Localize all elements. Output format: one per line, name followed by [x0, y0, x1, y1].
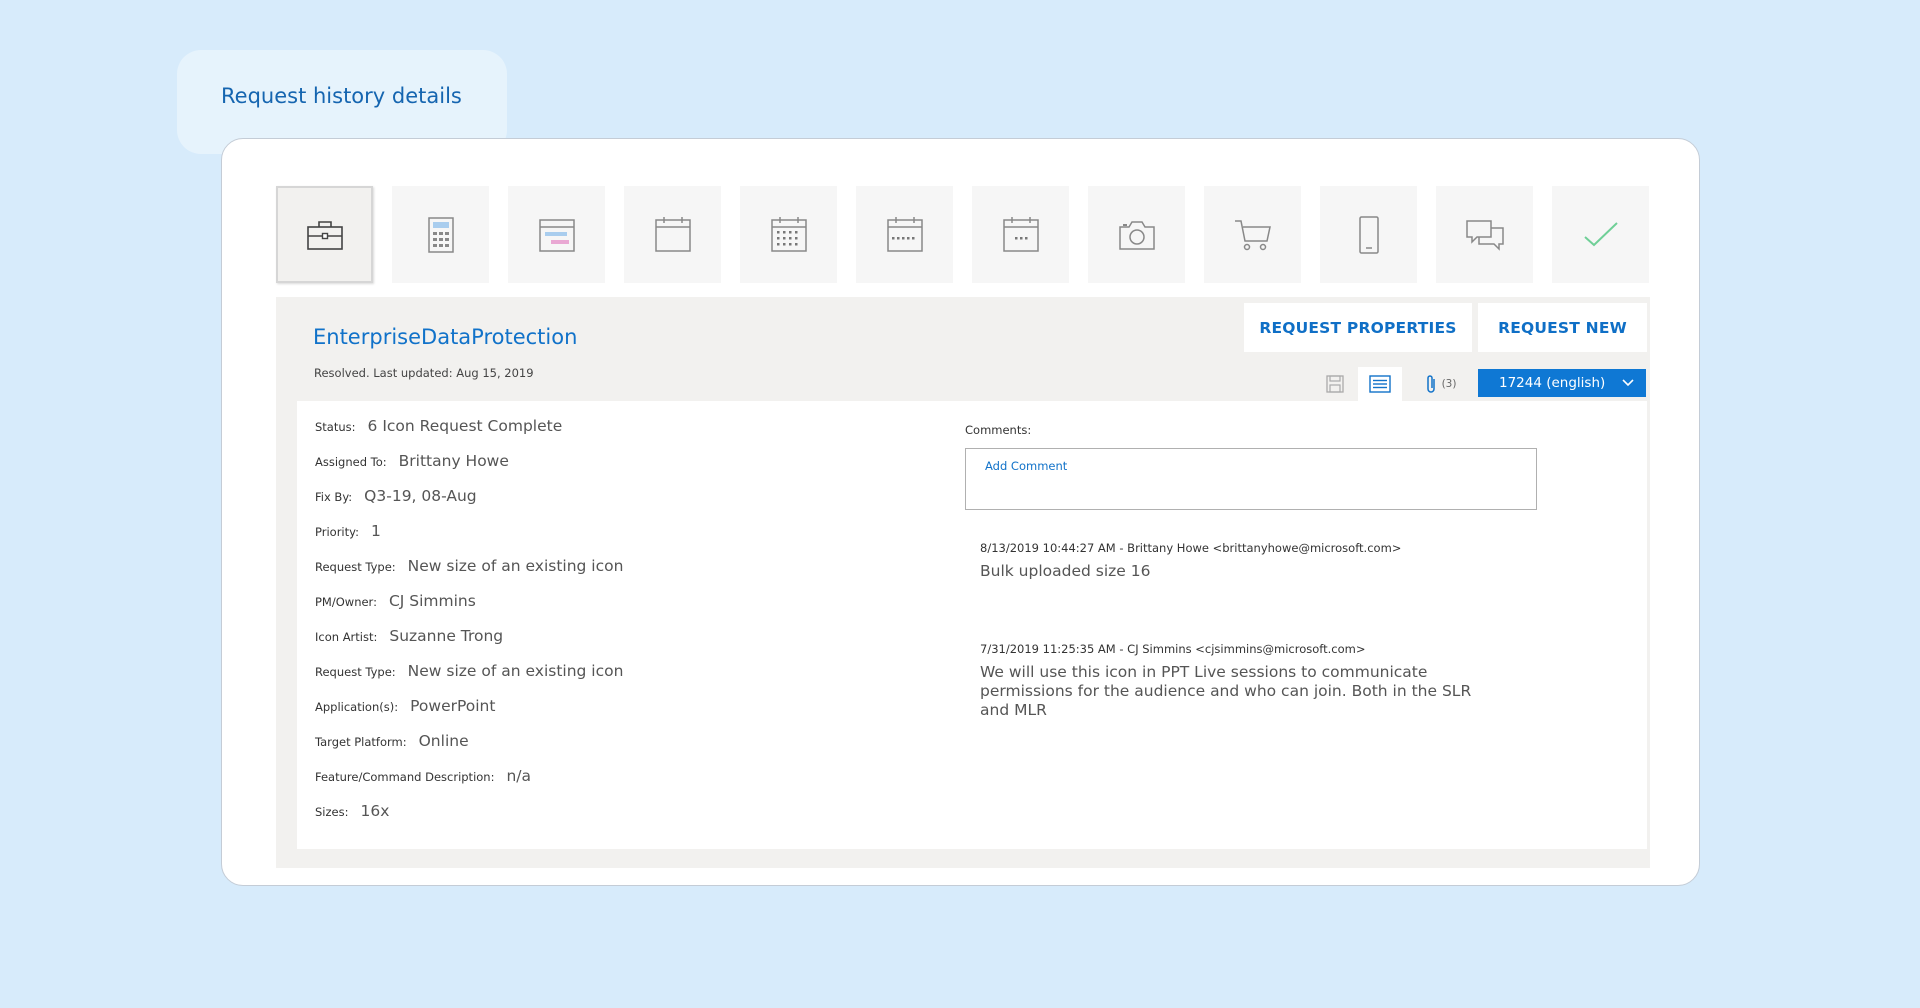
field-priority: Priority: 1: [315, 522, 381, 540]
icon-tile-chat-bubbles[interactable]: [1436, 186, 1533, 283]
request-properties-button[interactable]: REQUEST PROPERTIES: [1244, 303, 1472, 352]
request-title: EnterpriseDataProtection: [313, 325, 578, 349]
camera-icon: [1118, 220, 1155, 250]
request-status-line: Resolved. Last updated: Aug 15, 2019: [314, 366, 534, 380]
calendar-blank-icon: [654, 216, 691, 252]
icon-tile-camera[interactable]: [1088, 186, 1185, 283]
icon-tile-shopping-cart[interactable]: [1204, 186, 1301, 283]
language-select-value: 17244 (english): [1499, 375, 1606, 391]
field-pm-owner: PM/Owner: CJ Simmins: [315, 592, 476, 610]
field-request-type-2: Request Type: New size of an existing ic…: [315, 662, 623, 680]
field-value: PowerPoint: [410, 697, 496, 715]
list-view-button[interactable]: [1358, 367, 1402, 401]
save-icon: [1326, 375, 1344, 393]
page-title: Request history details: [221, 84, 462, 108]
field-request-type: Request Type: New size of an existing ic…: [315, 557, 623, 575]
add-comment-placeholder: Add Comment: [985, 459, 1068, 473]
field-label: Status:: [315, 420, 356, 434]
comment-meta: 7/31/2019 11:25:35 AM - CJ Simmins <cjsi…: [980, 642, 1366, 656]
chat-bubbles-icon: [1465, 219, 1504, 251]
checkmark-icon: [1583, 221, 1618, 246]
field-value: n/a: [506, 767, 532, 785]
calendar-day-icon: [1002, 216, 1039, 252]
icon-tile-calendar-agenda[interactable]: [508, 186, 605, 283]
calculator-icon: [427, 216, 454, 253]
icon-tile-calendar-blank[interactable]: [624, 186, 721, 283]
field-status: Status: 6 Icon Request Complete: [315, 417, 562, 435]
field-label: Assigned To:: [315, 455, 387, 469]
field-label: Sizes:: [315, 805, 349, 819]
attachment-count: (3): [1441, 378, 1457, 390]
chevron-down-icon: [1622, 379, 1634, 387]
briefcase-icon: [306, 220, 343, 250]
request-details-card: EnterpriseDataProtection Resolved. Last …: [221, 138, 1700, 886]
calendar-agenda-icon: [538, 218, 575, 252]
comment-meta: 8/13/2019 10:44:27 AM - Brittany Howe <b…: [980, 541, 1402, 555]
field-label: Fix By:: [315, 490, 353, 504]
comment-text: Bulk uploaded size 16: [980, 562, 1151, 580]
request-detail-panel: EnterpriseDataProtection Resolved. Last …: [276, 297, 1650, 868]
field-feature-description: Feature/Command Description: n/a: [315, 767, 531, 785]
attachments-button[interactable]: (3): [1410, 367, 1470, 401]
field-label: Target Platform:: [315, 735, 407, 749]
calendar-week-icon: [886, 216, 923, 252]
field-label: Feature/Command Description:: [315, 770, 495, 784]
comments-label: Comments:: [965, 423, 1032, 437]
field-value: CJ Simmins: [388, 592, 476, 610]
mobile-phone-icon: [1358, 215, 1379, 254]
field-applications: Application(s): PowerPoint: [315, 697, 495, 715]
field-value: 1: [370, 522, 381, 540]
icon-tile-calendar-week[interactable]: [856, 186, 953, 283]
icon-tile-calculator[interactable]: [392, 186, 489, 283]
field-value: 16x: [360, 802, 390, 820]
field-value: New size of an existing icon: [407, 557, 624, 575]
field-value: Online: [418, 732, 469, 750]
paperclip-icon: [1426, 375, 1435, 393]
request-new-button[interactable]: REQUEST NEW: [1478, 303, 1647, 352]
icon-tile-calendar-day[interactable]: [972, 186, 1069, 283]
field-value: 6 Icon Request Complete: [367, 417, 563, 435]
icon-tile-checkmark[interactable]: [1552, 186, 1649, 283]
icon-tile-briefcase[interactable]: [276, 186, 373, 283]
field-assigned-to: Assigned To: Brittany Howe: [315, 452, 509, 470]
shopping-cart-icon: [1234, 219, 1271, 250]
field-label: Icon Artist:: [315, 630, 378, 644]
field-label: Application(s):: [315, 700, 399, 714]
field-target-platform: Target Platform: Online: [315, 732, 469, 750]
field-sizes: Sizes: 16x: [315, 802, 389, 820]
save-button[interactable]: [1317, 367, 1353, 401]
field-fix-by: Fix By: Q3-19, 08-Aug: [315, 487, 477, 505]
language-select[interactable]: 17244 (english): [1478, 369, 1646, 397]
comment-text: We will use this icon in PPT Live sessio…: [980, 663, 1472, 719]
calendar-month-icon: [770, 216, 807, 252]
field-value: Brittany Howe: [398, 452, 509, 470]
request-content-area: Status: 6 Icon Request Complete Assigned…: [297, 401, 1647, 849]
add-comment-input[interactable]: Add Comment: [965, 448, 1537, 510]
field-value: Suzanne Trong: [389, 627, 504, 645]
field-label: PM/Owner:: [315, 595, 377, 609]
icon-tile-row: [276, 186, 1656, 283]
field-label: Priority:: [315, 525, 359, 539]
field-value: Q3-19, 08-Aug: [364, 487, 477, 505]
field-label: Request Type:: [315, 560, 396, 574]
field-value: New size of an existing icon: [407, 662, 624, 680]
icon-tile-mobile-phone[interactable]: [1320, 186, 1417, 283]
field-label: Request Type:: [315, 665, 396, 679]
field-icon-artist: Icon Artist: Suzanne Trong: [315, 627, 503, 645]
icon-tile-calendar-month[interactable]: [740, 186, 837, 283]
list-view-icon: [1369, 375, 1391, 393]
